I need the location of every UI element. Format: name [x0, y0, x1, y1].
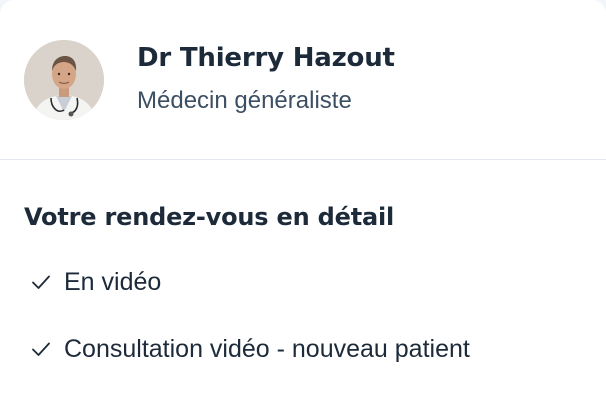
doctor-info: Dr Thierry Hazout Médecin généraliste — [137, 42, 395, 115]
appointment-card: Dr Thierry Hazout Médecin généraliste Vo… — [0, 0, 606, 408]
avatar — [24, 39, 104, 120]
detail-list: En vidéo Consultation vidéo - nouveau pa… — [24, 266, 606, 365]
doctor-header: Dr Thierry Hazout Médecin généraliste — [0, 0, 606, 160]
doctor-name: Dr Thierry Hazout — [137, 43, 395, 73]
detail-item-label: En vidéo — [64, 267, 162, 296]
check-icon — [32, 342, 50, 356]
details-title: Votre rendez-vous en détail — [24, 203, 395, 231]
detail-item-consultation: Consultation vidéo - nouveau patient — [24, 333, 606, 365]
appointment-details: Votre rendez-vous en détail En vidéo Con… — [0, 160, 606, 365]
detail-item-label: Consultation vidéo - nouveau patient — [64, 334, 470, 363]
doctor-specialty: Médecin généraliste — [137, 87, 352, 114]
detail-item-video: En vidéo — [24, 266, 606, 298]
doctor-portrait-icon — [24, 39, 104, 120]
check-icon — [32, 275, 50, 289]
